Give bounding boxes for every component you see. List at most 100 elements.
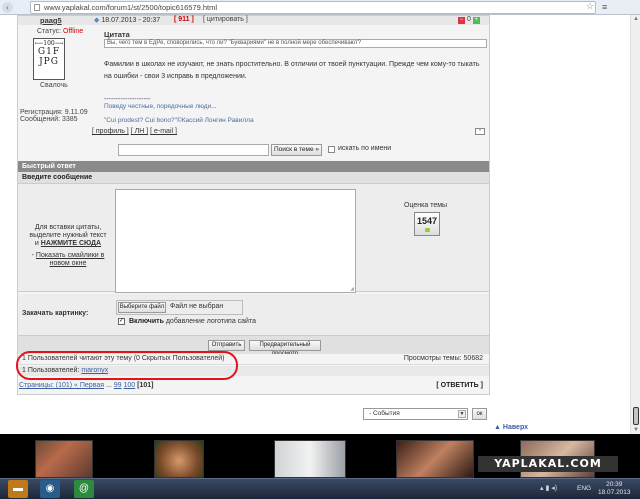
topic-rating-badge: 1547 <box>414 212 440 236</box>
post-date-text: 18.07.2013 - 20:37 <box>101 17 161 24</box>
first-page-link[interactable]: « Первая <box>74 382 104 389</box>
page-99-link[interactable]: 99 <box>114 382 122 389</box>
message-header: Введите сообщение <box>18 172 489 184</box>
preview-button[interactable]: Предварительный просмотр <box>249 340 321 357</box>
search-by-name-label: искать по имени <box>338 145 392 152</box>
post-header: paag5 ◆ 18.07.2013 - 20:37 [ 911 ] [ цити… <box>18 16 489 25</box>
photo-thumbnail-4[interactable] <box>396 440 474 478</box>
vertical-scrollbar[interactable]: ▲ ▼ <box>630 15 640 434</box>
logo-checkbox-rest: добавление логотипа сайта <box>163 318 256 325</box>
clock-time: 20:39 <box>606 481 623 488</box>
avatar-line-3: JPG <box>39 57 59 67</box>
rating-plus-icon[interactable]: + <box>472 17 480 24</box>
compose-area: Для вставки цитаты, выделите нужный текс… <box>18 184 489 293</box>
bookmark-star-icon[interactable]: ☆ <box>586 1 594 12</box>
signature-divider: -------------------- <box>104 96 151 103</box>
smiles-hint: - Показать смайлики в новом окне <box>24 252 112 268</box>
rating-indicator-icon <box>424 228 430 232</box>
topic-search: Поиск в теме » искать по имени <box>118 144 418 157</box>
topic-search-input[interactable] <box>118 144 269 156</box>
status-label: Статус: <box>37 28 62 35</box>
post-date: ◆ 18.07.2013 - 20:37 <box>94 16 160 24</box>
quote-hint: Для вставки цитаты, выделите нужный текс… <box>28 224 108 248</box>
post-author[interactable]: paag5 <box>40 16 62 25</box>
avatar: ⟵100⟶ G1F JPG <box>33 38 65 80</box>
logo-checkbox-label: Включить добавление логотипа сайта <box>129 318 256 325</box>
post-rating: − 0 + <box>458 16 480 24</box>
smiles-link[interactable]: Показать смайлики в новом окне <box>36 252 104 267</box>
events-select[interactable]: - События ▼ <box>363 408 468 420</box>
at-app-icon[interactable]: @ <box>74 480 94 498</box>
language-indicator[interactable]: ENG <box>577 485 591 492</box>
system-tray-icons[interactable]: ▴ ▮ ◂) <box>540 484 557 492</box>
search-by-name-checkbox[interactable] <box>328 146 335 153</box>
url-text: www.yaplakal.com/forum1/st/2500/topic616… <box>44 3 218 12</box>
url-field[interactable]: www.yaplakal.com/forum1/st/2500/topic616… <box>30 1 596 14</box>
rating-minus-icon[interactable]: − <box>458 17 465 24</box>
chevron-down-icon[interactable]: ▼ <box>458 410 466 418</box>
site-watermark: YAPLAKAL.COM <box>478 456 618 472</box>
events-select-value: - События <box>369 410 400 417</box>
signature-line-1: Поведу честные, порядочные люди... <box>104 103 217 110</box>
menu-icon[interactable]: ≡ <box>602 2 607 12</box>
quote-box: Вы, чего тем в ЕдРе, споворились, что ли… <box>104 39 487 48</box>
logo-checkbox[interactable]: ✓ <box>118 318 125 325</box>
back-to-top-link[interactable]: ▲ Наверх <box>494 424 528 431</box>
page-100-link[interactable]: 100 <box>124 382 136 389</box>
scrollbar-thumb[interactable] <box>633 407 639 425</box>
avatar-line-1: ⟵100⟶ <box>34 40 64 47</box>
quote-link[interactable]: [ цитировать ] <box>203 16 248 23</box>
events-ok-button[interactable]: ок <box>472 408 487 420</box>
photo-thumbnail-1[interactable] <box>35 440 93 478</box>
quote-title: Цитата <box>104 30 130 39</box>
pagination: Страницы: (101) « Первая ... 99 100 [101… <box>18 382 489 392</box>
post-body: Фамилии в школах не изучают, не знать пр… <box>104 61 480 80</box>
current-page: [101] <box>137 382 154 389</box>
page-icon <box>34 4 40 11</box>
logo-checkbox-bold: Включить <box>129 318 164 325</box>
chrome-icon[interactable]: ◉ <box>40 480 60 498</box>
rating-value: 0 <box>466 16 471 23</box>
avatar-caption: Свалочь <box>40 82 68 89</box>
arrow-up-icon: ▲ <box>494 424 501 431</box>
address-bar-area: ‹ www.yaplakal.com/forum1/st/2500/topic6… <box>0 0 640 15</box>
message-count: Сообщений: 3385 <box>20 116 78 123</box>
photo-thumbnail-2[interactable] <box>154 440 204 478</box>
signature-line-2: "Cui prodest? Cui bono?"©Кассий Лонгин Р… <box>104 117 254 124</box>
scroll-down-icon[interactable]: ▼ <box>633 427 639 433</box>
message-textarea[interactable]: ◢ <box>115 189 356 293</box>
pagination-links: Страницы: (101) « Первая ... 99 100 [101… <box>19 382 154 389</box>
user-status: Статус: Offline <box>37 28 83 35</box>
image-upload-row: Закачать картинку: Выберите файл Файл не… <box>18 294 489 336</box>
registration-date: Регистрация: 9.11.09 <box>20 109 88 116</box>
email-link[interactable]: [ e-mail ] <box>150 128 177 135</box>
forum-panel: paag5 ◆ 18.07.2013 - 20:37 [ 911 ] [ цити… <box>16 15 490 395</box>
highlight-oval <box>16 351 238 380</box>
choose-file-button[interactable]: Выберите файл <box>118 302 166 313</box>
resize-grip-icon[interactable]: ◢ <box>350 286 354 292</box>
send-button[interactable]: Отправить <box>208 340 245 351</box>
topic-search-button[interactable]: Поиск в теме » <box>271 144 322 156</box>
scroll-top-button[interactable]: ⌃ <box>475 128 485 135</box>
scroll-up-icon[interactable]: ▲ <box>633 16 639 22</box>
pm-link[interactable]: [ ЛН ] <box>131 128 148 135</box>
back-to-top-text: Наверх <box>502 424 529 431</box>
browser-viewport: ▲ ▼ paag5 ◆ 18.07.2013 - 20:37 [ 911 ] [ … <box>0 15 640 434</box>
post-arrow-icon: ◆ <box>94 17 100 24</box>
reply-link[interactable]: [ ОТВЕТИТЬ ] <box>436 382 483 389</box>
photo-thumbnail-3[interactable] <box>274 440 346 478</box>
profile-link[interactable]: [ профиль ] <box>92 128 129 135</box>
topic-rating-value: 1547 <box>416 216 438 226</box>
topic-rating-label: Оценка темы <box>404 202 448 209</box>
avatar-line-2: G1F <box>37 47 61 57</box>
back-icon[interactable]: ‹ <box>2 2 13 13</box>
topic-views: Просмотры темы: 50682 <box>403 355 483 362</box>
pages-label: Страницы: (101) <box>19 382 75 389</box>
file-explorer-icon[interactable]: ▬ <box>8 480 28 498</box>
profile-links: [ профиль ] [ ЛН ] [ e-mail ] <box>92 128 177 135</box>
file-status: Файл не выбран <box>170 303 224 310</box>
quote-insert-link[interactable]: НАЖМИТЕ СЮДА <box>41 240 101 247</box>
quick-reply-header: Быстрый ответ <box>18 161 489 172</box>
clock[interactable]: 20:39 18.07.2013 <box>598 481 631 497</box>
post-number[interactable]: [ 911 ] <box>174 16 194 23</box>
